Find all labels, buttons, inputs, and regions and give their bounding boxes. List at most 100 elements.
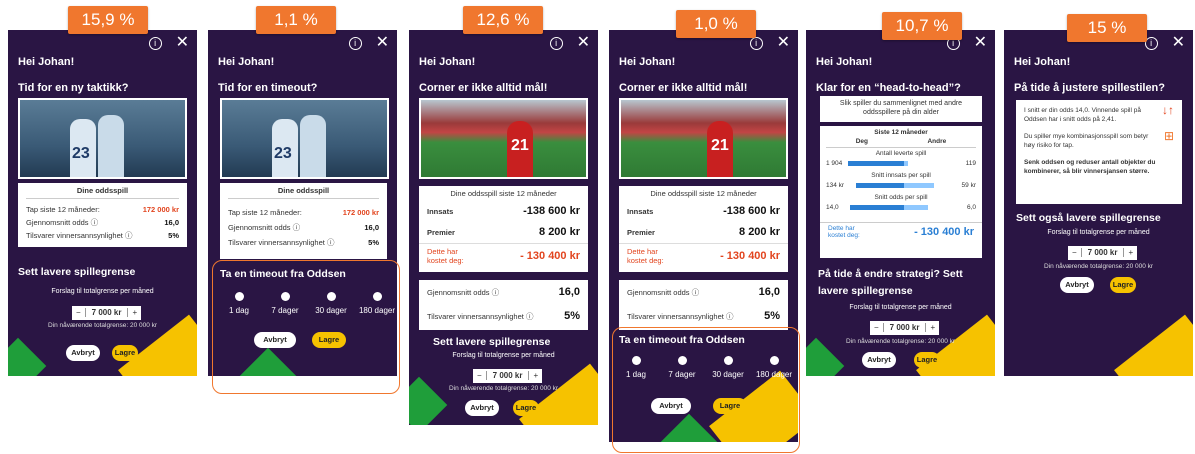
percent-badge-2: 1,1 % bbox=[256, 6, 336, 34]
stepper-minus[interactable]: − bbox=[870, 323, 883, 332]
combo-paragraph: Du spiller mye kombinasjonsspill som bet… bbox=[1024, 133, 1149, 149]
save-button[interactable]: Lagre bbox=[513, 400, 539, 416]
cost-value: - 130 400 kr bbox=[914, 226, 974, 238]
limit-suggestion: Forslag til totalgrense per måned bbox=[1047, 229, 1150, 236]
stepper-plus[interactable]: + bbox=[529, 371, 542, 380]
odds-value: 16,0 bbox=[164, 218, 179, 227]
limit-stepper[interactable]: −7 000 kr + bbox=[1068, 242, 1138, 260]
percent-badge-1: 15,9 % bbox=[68, 6, 148, 34]
panel-6: i ✕ Hei Johan! På tide å justere spilles… bbox=[1004, 30, 1193, 376]
card-title: Dine oddsspill siste 12 måneder bbox=[450, 189, 557, 198]
col-me: Deg bbox=[855, 138, 869, 145]
loss-value: 172 000 kr bbox=[342, 208, 379, 217]
loss-label: Tap siste 12 måneder: bbox=[228, 208, 302, 217]
stake-value: -138 600 kr bbox=[723, 205, 780, 217]
info-icon[interactable]: i bbox=[549, 36, 563, 50]
stepper-minus[interactable]: − bbox=[72, 308, 85, 317]
stepper-value[interactable]: 7 000 kr bbox=[1080, 248, 1125, 257]
metric-label: Snitt innsats per spill bbox=[871, 172, 931, 179]
comparison-card: Siste 12 måneder Deg Andre Antall levert… bbox=[820, 126, 982, 258]
stake-value: -138 600 kr bbox=[523, 205, 580, 217]
stepper-value[interactable]: 7 000 kr bbox=[84, 308, 129, 317]
greeting: Hei Johan! bbox=[218, 56, 275, 68]
cost-value: - 130 400 kr bbox=[720, 250, 780, 262]
stats-card: Dine oddsspill Tap siste 12 måneder: 172 … bbox=[220, 183, 387, 259]
close-icon[interactable]: ✕ bbox=[577, 35, 590, 51]
panel-5: i ✕ Hei Johan! Klar for en “head-to-head… bbox=[806, 30, 995, 376]
odds-paragraph: I snitt er din odds 14,0. Vinnende spill… bbox=[1024, 107, 1141, 123]
current-limit: Din nåværende totalgrense: 20 000 kr bbox=[1043, 263, 1154, 270]
save-button[interactable]: Lagre bbox=[1110, 277, 1136, 293]
headline: På tide å justere spillestilen? bbox=[1014, 82, 1165, 94]
cancel-button[interactable]: Avbryt bbox=[66, 345, 100, 361]
stats-card: Dine oddsspill Tap siste 12 måneder: 172 … bbox=[18, 183, 187, 247]
stepper-minus[interactable]: − bbox=[473, 371, 486, 380]
stepper-value[interactable]: 7 000 kr bbox=[882, 323, 927, 332]
headline: Klar for en “head-to-head”? bbox=[816, 82, 961, 94]
current-limit: Din nåværende totalgrense: 20 000 kr bbox=[448, 385, 559, 392]
odds-card: Gjennomsnitt odds ⓘ 16,0 Tilsvarer vinner… bbox=[619, 280, 788, 330]
limit-stepper[interactable]: −7 000 kr + bbox=[473, 365, 543, 383]
odds-value: 16,0 bbox=[364, 223, 379, 232]
stepper-value[interactable]: 7 000 kr bbox=[485, 371, 530, 380]
save-button[interactable]: Lagre bbox=[914, 352, 940, 368]
metric-label: Snitt odds per spill bbox=[874, 194, 928, 201]
prizes-value: 8 200 kr bbox=[539, 226, 580, 238]
players-photo: 23 bbox=[18, 98, 187, 179]
odds-value: 16,0 bbox=[758, 286, 780, 298]
jersey-number: 23 bbox=[72, 145, 90, 162]
close-icon[interactable]: ✕ bbox=[777, 35, 790, 51]
metric-others: 59 kr bbox=[961, 182, 976, 189]
cancel-button[interactable]: Avbryt bbox=[1060, 277, 1094, 293]
close-icon[interactable]: ✕ bbox=[376, 35, 389, 51]
close-icon[interactable]: ✕ bbox=[974, 35, 987, 51]
card-title: Dine oddsspill bbox=[228, 183, 379, 199]
percent-badge-3: 12,6 % bbox=[463, 6, 543, 34]
probability-label: Tilsvarer vinnersannsynlighet ⓘ bbox=[427, 311, 534, 321]
advice-card: I snitt er din odds 14,0. Vinnende spill… bbox=[1016, 100, 1182, 204]
metric-me: 1 904 bbox=[826, 160, 843, 167]
close-icon[interactable]: ✕ bbox=[1172, 35, 1185, 51]
jersey-number: 21 bbox=[711, 137, 729, 154]
metric-label: Antall leverte spill bbox=[875, 150, 927, 157]
headline: Corner er ikke alltid mål! bbox=[619, 82, 748, 94]
cost-label: Dette har kostet deg: bbox=[828, 225, 860, 239]
probability-value: 5% bbox=[764, 310, 780, 322]
prizes-label: Premier bbox=[427, 227, 455, 237]
timeout-highlight bbox=[612, 327, 800, 453]
current-limit: Din nåværende totalgrense: 20 000 kr bbox=[845, 338, 956, 345]
loss-value: 172 000 kr bbox=[142, 205, 179, 214]
probability-value: 5% bbox=[168, 231, 179, 240]
save-button[interactable]: Lagre bbox=[112, 345, 138, 361]
prizes-value: 8 200 kr bbox=[739, 226, 780, 238]
cancel-button[interactable]: Avbryt bbox=[465, 400, 499, 416]
stepper-minus[interactable]: − bbox=[1068, 248, 1081, 257]
strategy-text: På tide å endre strategi? Sett lavere sp… bbox=[818, 268, 963, 297]
info-icon[interactable]: i bbox=[348, 36, 362, 50]
limit-stepper[interactable]: −7 000 kr + bbox=[870, 317, 940, 335]
limit-title: Sett også lavere spillegrense bbox=[1016, 212, 1161, 224]
odds-value: 16,0 bbox=[558, 286, 580, 298]
info-icon[interactable]: i bbox=[148, 36, 162, 50]
cancel-button[interactable]: Avbryt bbox=[862, 352, 896, 368]
percent-badge-4: 1,0 % bbox=[676, 10, 756, 38]
limit-title: Sett lavere spillegrense bbox=[18, 266, 136, 278]
card-title: Dine oddsspill siste 12 måneder bbox=[650, 189, 757, 198]
info-icon[interactable]: i bbox=[749, 36, 763, 50]
stepper-plus[interactable]: + bbox=[128, 308, 141, 317]
limit-title: Sett lavere spillegrense bbox=[433, 336, 551, 348]
panel-3: i ✕ Hei Johan! Corner er ikke alltid mål… bbox=[409, 30, 598, 425]
odds-label: Gjennomsnitt odds ⓘ bbox=[228, 223, 301, 232]
prizes-label: Premier bbox=[627, 227, 655, 237]
close-icon[interactable]: ✕ bbox=[176, 35, 189, 51]
metric-others: 119 bbox=[965, 160, 976, 167]
stepper-plus[interactable]: + bbox=[926, 323, 939, 332]
panel-1: i ✕ Hei Johan! Tid for en ny taktikk? 23… bbox=[8, 30, 197, 376]
limit-stepper[interactable]: −7 000 kr + bbox=[72, 302, 142, 320]
summary-card: Dine oddsspill siste 12 måneder Innsats -… bbox=[419, 186, 588, 272]
stepper-plus[interactable]: + bbox=[1124, 248, 1137, 257]
limit-suggestion: Forslag til totalgrense per måned bbox=[849, 304, 952, 311]
percent-badge-6: 15 % bbox=[1067, 14, 1147, 42]
odds-label: Gjennomsnitt odds ⓘ bbox=[427, 287, 500, 297]
probability-label: Tilsvarer vinnersannsynlighet ⓘ bbox=[627, 311, 734, 321]
